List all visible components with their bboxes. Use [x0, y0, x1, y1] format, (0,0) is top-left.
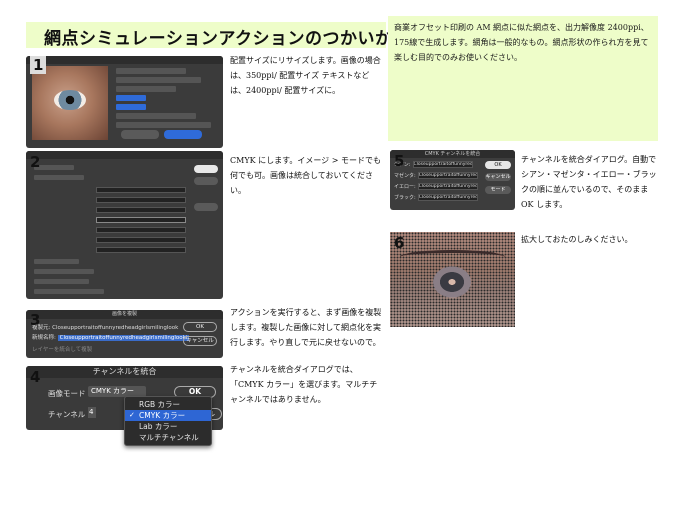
menu-item-rgb: RGB カラー: [139, 400, 181, 409]
menu-item-lab: Lab カラー: [139, 422, 178, 431]
image-size-dialog-screenshot: [26, 56, 223, 148]
cyan-row: シアン: Closeupportraitoffunnyred...: [394, 161, 473, 168]
cancel-button: キャンセル: [183, 336, 217, 346]
mode-dropdown-menu: RGB カラー CMYK カラー Lab カラー マルチチャンネル: [124, 396, 212, 446]
step-number-1: 1: [30, 56, 47, 74]
dialog-title: 画像を複製: [26, 310, 223, 319]
cancel-button: [194, 177, 218, 185]
mode-button: モード: [485, 186, 511, 194]
step-caption-3: アクションを実行すると、まず画像を複製します。複製した画像に対して網点化を実行し…: [230, 308, 382, 347]
advanced-button: [194, 203, 218, 211]
mode-label: 画像モード :: [48, 389, 91, 398]
cancel-button: [121, 130, 159, 139]
step-number-2: 2: [30, 153, 41, 171]
step-caption-5: チャンネルを統合ダイアログ。自動でシアン・マゼンタ・イエロー・ブラックの順に並ん…: [521, 155, 657, 209]
title-band: 網点シミュレーションアクションのつかいかた: [26, 22, 410, 49]
image-size-fields: [116, 68, 216, 131]
new-name-row: 新規名称: Closeupportraitoffunnyredheadgirls…: [32, 335, 190, 341]
source-row: 複製元: Closeupportraitoffunnyredheadgirlsm…: [32, 325, 179, 331]
step-caption-6: 拡大しておたのしみください。: [521, 235, 633, 244]
ok-button: OK: [183, 322, 217, 332]
ok-button: [164, 130, 202, 139]
eyelash-shape: [400, 250, 505, 264]
merge-layers-option: レイヤーを統合して複製: [32, 347, 93, 353]
ok-button: [194, 165, 218, 173]
step-number-3: 3: [30, 311, 41, 329]
magenta-row: マゼンタ: Closeupportraitoffunnyred...: [394, 172, 478, 179]
channel-field: 4: [88, 407, 96, 418]
ok-button: OK: [485, 161, 511, 169]
eye-preview-image: [32, 66, 108, 140]
dialog-title: チャンネルを統合: [26, 366, 223, 378]
menu-item-multichannel: マルチチャンネル: [139, 433, 199, 442]
dialog-titlebar: [26, 56, 223, 64]
merge-channels-dialog-screenshot: チャンネルを統合 画像モード : CMYK カラー OK チャンネル : 4 セ…: [26, 366, 223, 446]
dialog-buttons: [121, 124, 207, 143]
yellow-row: イエロー: Closeupportraitoffunnyred...: [394, 183, 478, 190]
page-title: 網点シミュレーションアクションのつかいかた: [44, 29, 410, 49]
dialog-title: CMYK チャンネルを統合: [390, 150, 515, 158]
intro-note: 商業オフセット印刷の AM 網点に似た網点を、出力解像度 2400ppi、175…: [388, 16, 658, 141]
step-number-5: 5: [394, 152, 405, 170]
cancel-button: キャンセル: [485, 173, 511, 181]
menu-item-cmyk: CMYK カラー: [125, 410, 211, 421]
black-row: ブラック: Closeupportraitoffunnyred...: [394, 194, 478, 201]
merge-cmyk-channels-dialog-screenshot: CMYK チャンネルを統合 シアン: Closeupportraitoffunny…: [390, 150, 515, 210]
duplicate-image-dialog-screenshot: 画像を複製 複製元: Closeupportraitoffunnyredhead…: [26, 310, 223, 358]
iris-shape: [54, 90, 86, 110]
step-caption-4: チャンネルを統合ダイアログでは、「CMYK カラー」を選びます。マルチチャンネル…: [230, 365, 378, 404]
halftone-zoom-image: [390, 232, 515, 327]
step-number-4: 4: [30, 368, 41, 386]
step-caption-1: 配置サイズにリサイズします。画像の場合は、350ppi/ 配置サイズ テキストな…: [230, 56, 381, 95]
dialog-titlebar: [26, 151, 223, 159]
channel-label: チャンネル :: [48, 410, 91, 419]
step-number-6: 6: [394, 234, 405, 252]
convert-profile-dialog-screenshot: [26, 151, 223, 299]
step-caption-2: CMYK にします。イメージ > モードでも何でも可。画像は統合しておいてくださ…: [230, 156, 381, 195]
